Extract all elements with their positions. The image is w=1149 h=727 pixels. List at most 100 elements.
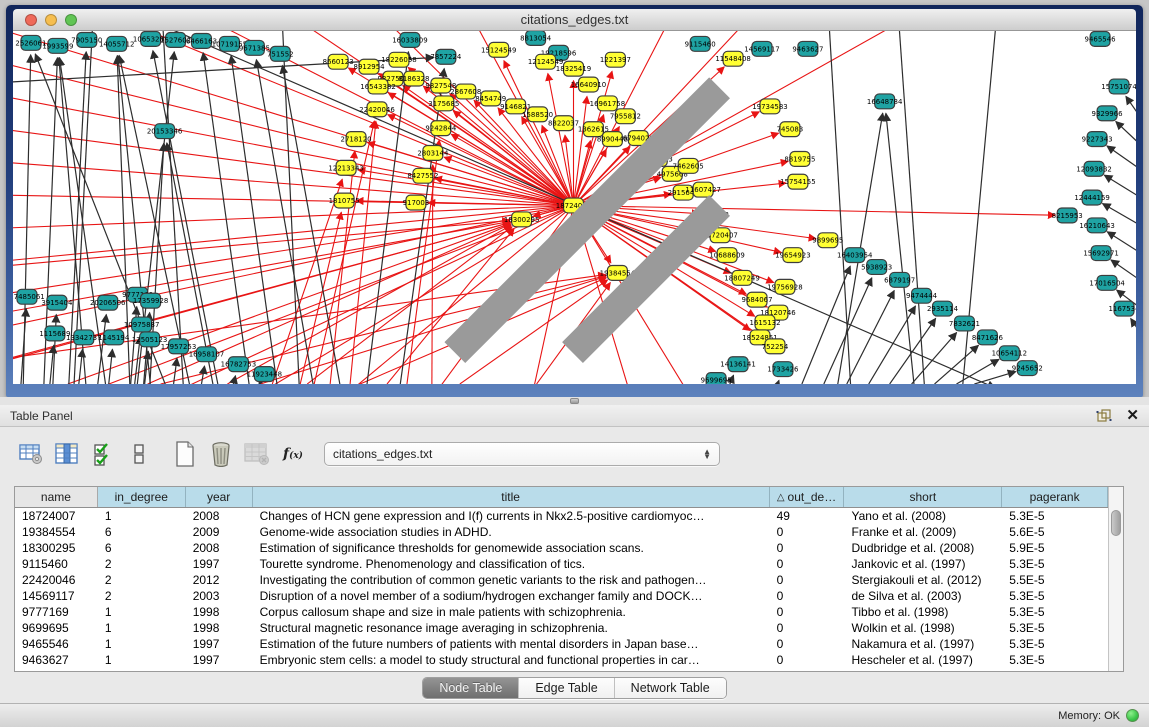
table-cell[interactable]: 22420046 [15, 572, 98, 588]
table-cell[interactable]: 9777169 [15, 604, 98, 620]
tab-edge-table[interactable]: Edge Table [519, 678, 614, 698]
table-row[interactable]: 1872400712008Changes of HCN gene express… [15, 508, 1108, 524]
table-selector-dropdown[interactable]: citations_edges.txt ▲▼ [324, 442, 720, 466]
table-cell[interactable]: Tibbo et al. (1998) [844, 604, 1002, 620]
table-cell[interactable]: 9699695 [15, 620, 98, 636]
table-cell[interactable]: 1997 [186, 556, 253, 572]
table-cell[interactable]: 19384554 [15, 524, 98, 540]
table-row[interactable]: 969969511998Structural magnetic resonanc… [15, 620, 1108, 636]
table-cell[interactable]: 0 [770, 604, 845, 620]
table-cell[interactable]: 6 [98, 540, 186, 556]
table-cell[interactable]: 5.9E-5 [1002, 540, 1108, 556]
column-header-out_de[interactable]: △out_de… [770, 487, 845, 507]
table-cell[interactable]: 1997 [186, 652, 253, 668]
table-cell[interactable]: 0 [770, 556, 845, 572]
table-cell[interactable]: Genome-wide association studies in ADHD. [253, 524, 770, 540]
table-cell[interactable]: 2 [98, 572, 186, 588]
table-cell[interactable]: 5.3E-5 [1002, 588, 1108, 604]
table-cell[interactable]: 5.3E-5 [1002, 636, 1108, 652]
table-cell[interactable]: Hescheler et al. (1997) [844, 652, 1002, 668]
table-vertical-scrollbar[interactable] [1108, 487, 1123, 671]
table-cell[interactable]: 18724007 [15, 508, 98, 524]
table-cell[interactable]: de Silva et al. (2003) [844, 588, 1002, 604]
table-row[interactable]: 1938455462009Genome-wide association stu… [15, 524, 1108, 540]
table-row[interactable]: 2242004622012Investigating the contribut… [15, 572, 1108, 588]
column-header-short[interactable]: short [844, 487, 1002, 507]
window-titlebar[interactable]: citations_edges.txt [13, 9, 1136, 31]
table-cell[interactable]: 5.5E-5 [1002, 572, 1108, 588]
column-header-title[interactable]: title [253, 487, 770, 507]
table-cell[interactable]: Nakamura et al. (1997) [844, 636, 1002, 652]
table-cell[interactable]: 5.3E-5 [1002, 620, 1108, 636]
column-header-year[interactable]: year [186, 487, 253, 507]
table-cell[interactable]: 5.3E-5 [1002, 652, 1108, 668]
split-pane-handle[interactable] [570, 398, 579, 404]
table-cell[interactable]: 5.3E-5 [1002, 604, 1108, 620]
scrollbar-thumb[interactable] [1111, 510, 1121, 536]
table-cell[interactable]: Embryonic stem cells: a model to study s… [253, 652, 770, 668]
table-cell[interactable]: 14569117 [15, 588, 98, 604]
select-rows-icon[interactable] [88, 439, 118, 469]
table-cell[interactable]: 2009 [186, 524, 253, 540]
table-cell[interactable]: Estimation of the future numbers of pati… [253, 636, 770, 652]
table-cell[interactable]: Stergiakouli et al. (2012) [844, 572, 1002, 588]
close-panel-icon[interactable]: ✕ [1126, 409, 1139, 423]
column-header-pagerank[interactable]: pagerank [1002, 487, 1108, 507]
network-canvas[interactable]: 2526061199359979051501405571210653287152… [13, 31, 1136, 384]
table-cell[interactable]: Disruption of a novel member of a sodium… [253, 588, 770, 604]
table-cell[interactable]: 1 [98, 508, 186, 524]
column-header-name[interactable]: name [15, 487, 98, 507]
tab-network-table[interactable]: Network Table [615, 678, 726, 698]
table-row[interactable]: 1456911722003Disruption of a novel membe… [15, 588, 1108, 604]
table-cell[interactable]: 2003 [186, 588, 253, 604]
table-cell[interactable]: 1998 [186, 620, 253, 636]
table-cell[interactable]: 0 [770, 524, 845, 540]
table-cell[interactable]: 2008 [186, 540, 253, 556]
table-cell[interactable]: 0 [770, 636, 845, 652]
table-cell[interactable]: 0 [770, 652, 845, 668]
table-row[interactable]: 1830029562008Estimation of significance … [15, 540, 1108, 556]
table-cell[interactable]: 2012 [186, 572, 253, 588]
table-cell[interactable]: 0 [770, 620, 845, 636]
table-cell[interactable]: 0 [770, 572, 845, 588]
table-row[interactable]: 946554611997Estimation of the future num… [15, 636, 1108, 652]
table-cell[interactable]: 9463627 [15, 652, 98, 668]
table-cell[interactable]: Structural magnetic resonance image aver… [253, 620, 770, 636]
canvas-resize-grip[interactable] [13, 31, 1134, 382]
table-cell[interactable]: Franke et al. (2009) [844, 524, 1002, 540]
table-cell[interactable]: 1998 [186, 604, 253, 620]
column-header-in_degree[interactable]: in_degree [98, 487, 186, 507]
table-cell[interactable]: Estimation of significance thresholds fo… [253, 540, 770, 556]
table-cell[interactable]: Changes of HCN gene expression and I(f) … [253, 508, 770, 524]
table-cell[interactable]: 1 [98, 604, 186, 620]
tab-node-table[interactable]: Node Table [423, 678, 519, 698]
table-cell[interactable]: Tourette syndrome. Phenomenology and cla… [253, 556, 770, 572]
table-row[interactable]: 946362711997Embryonic stem cells: a mode… [15, 652, 1108, 668]
table-cell[interactable]: Dudbridge et al. (2008) [844, 540, 1002, 556]
table-cell[interactable]: 18300295 [15, 540, 98, 556]
table-cell[interactable]: Investigating the contribution of common… [253, 572, 770, 588]
table-cell[interactable]: 2008 [186, 508, 253, 524]
table-cell[interactable]: 1 [98, 620, 186, 636]
table-cell[interactable]: Yano et al. (2008) [844, 508, 1002, 524]
table-cell[interactable]: 9465546 [15, 636, 98, 652]
table-row[interactable]: 911546021997Tourette syndrome. Phenomeno… [15, 556, 1108, 572]
table-cell[interactable]: 49 [770, 508, 845, 524]
table-cell[interactable]: 5.6E-5 [1002, 524, 1108, 540]
table-cell[interactable]: 0 [770, 540, 845, 556]
table-row[interactable]: 977716911998Corpus callosum shape and si… [15, 604, 1108, 620]
table-cell[interactable]: 1997 [186, 636, 253, 652]
function-builder-icon[interactable]: f(x) [278, 439, 308, 469]
table-cell[interactable]: 5.3E-5 [1002, 556, 1108, 572]
float-panel-icon[interactable] [1096, 409, 1112, 423]
table-cell[interactable]: 0 [770, 588, 845, 604]
row-height-icon[interactable] [124, 439, 154, 469]
table-cell[interactable]: 1 [98, 652, 186, 668]
table-cell[interactable]: 2 [98, 588, 186, 604]
table-settings-icon[interactable] [16, 439, 46, 469]
delete-icon[interactable] [206, 439, 236, 469]
show-column-icon[interactable] [52, 439, 82, 469]
table-cell[interactable]: 6 [98, 524, 186, 540]
table-cell[interactable]: Jankovic et al. (1997) [844, 556, 1002, 572]
table-cell[interactable]: Wolkin et al. (1998) [844, 620, 1002, 636]
